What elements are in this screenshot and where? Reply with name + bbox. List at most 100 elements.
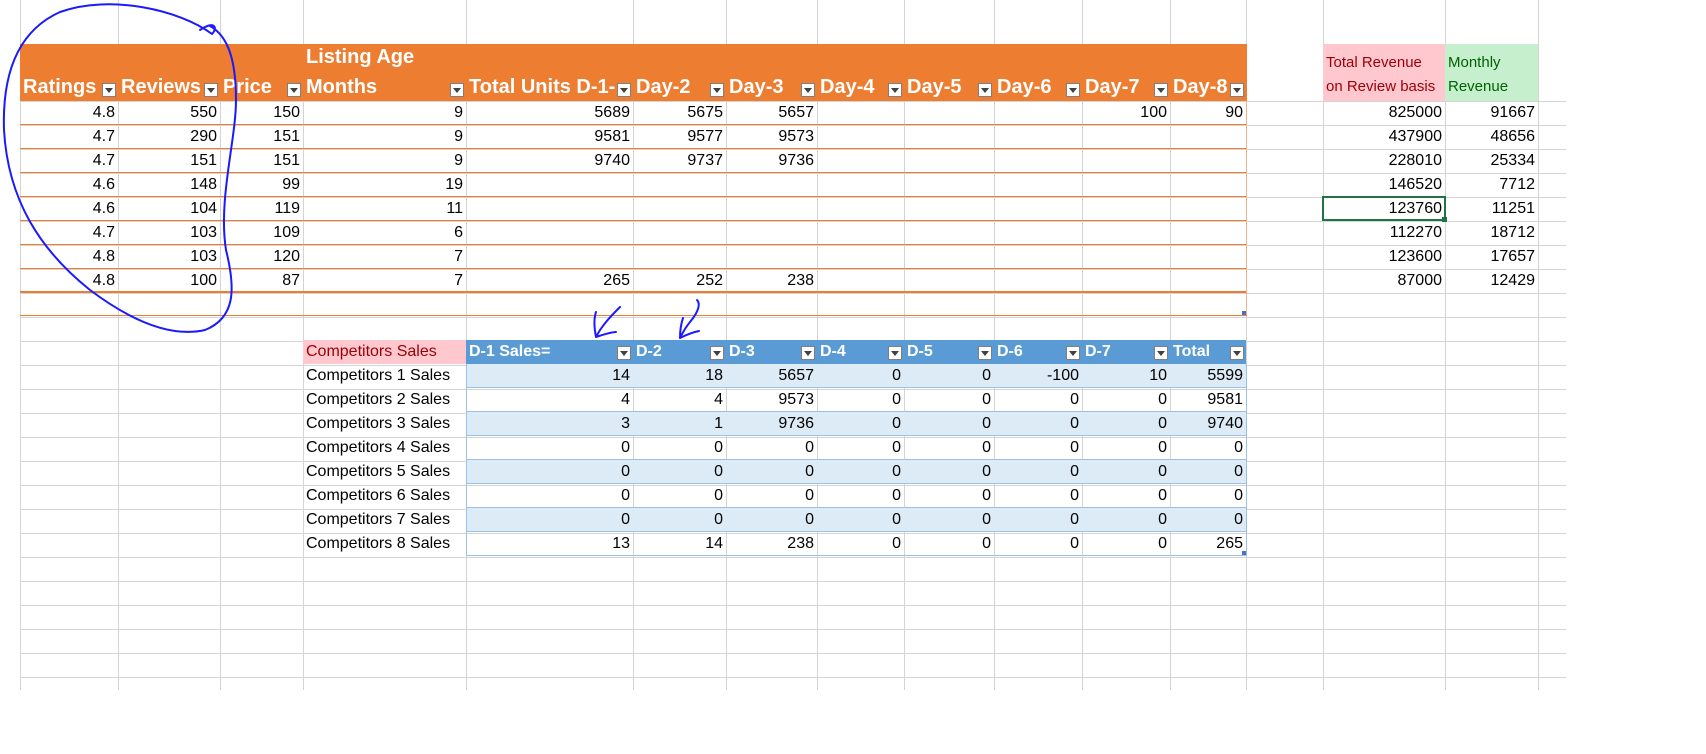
total-revenue-cell[interactable]: 437900: [1323, 125, 1445, 149]
listing-cell[interactable]: 100: [1082, 101, 1170, 125]
filter-dropdown-icon[interactable]: [888, 346, 902, 360]
competitor-value-cell[interactable]: 4: [633, 388, 726, 412]
listing-cell[interactable]: [904, 125, 994, 149]
filter-dropdown-icon[interactable]: [801, 346, 815, 360]
competitor-value-cell[interactable]: 0: [817, 436, 904, 460]
total-revenue-cell[interactable]: 825000: [1323, 101, 1445, 125]
listing-cell[interactable]: 19: [303, 173, 466, 197]
listing-cell[interactable]: 9740: [466, 149, 633, 173]
competitor-value-cell[interactable]: 0: [994, 484, 1082, 508]
competitors-sales-label[interactable]: Competitors Sales: [303, 340, 466, 364]
competitor-name-cell[interactable]: Competitors 5 Sales: [303, 460, 466, 484]
filter-dropdown-icon[interactable]: [978, 346, 992, 360]
listing-cell[interactable]: [904, 101, 994, 125]
filter-dropdown-icon[interactable]: [1066, 346, 1080, 360]
competitor-value-cell[interactable]: 0: [904, 508, 994, 532]
listing-cell[interactable]: [633, 173, 726, 197]
competitor-value-cell[interactable]: 0: [994, 508, 1082, 532]
monthly-revenue-cell[interactable]: 17657: [1445, 245, 1538, 269]
listing-cell[interactable]: [904, 221, 994, 245]
total-revenue-cell[interactable]: 146520: [1323, 173, 1445, 197]
monthly-revenue-cell[interactable]: 7712: [1445, 173, 1538, 197]
listing-cell[interactable]: [1082, 173, 1170, 197]
competitor-value-cell[interactable]: 0: [817, 484, 904, 508]
listing-cell[interactable]: 100: [118, 269, 220, 293]
listing-cell[interactable]: 4.8: [20, 269, 118, 293]
listing-cell[interactable]: 238: [726, 269, 817, 293]
listing-cell[interactable]: [1170, 125, 1246, 149]
competitor-value-cell[interactable]: 0: [633, 460, 726, 484]
listing-cell[interactable]: [1082, 149, 1170, 173]
fill-handle[interactable]: [1442, 217, 1447, 222]
total-revenue-cell[interactable]: 112270: [1323, 221, 1445, 245]
listing-cell[interactable]: 550: [118, 101, 220, 125]
listing-cell[interactable]: 5657: [726, 101, 817, 125]
total-revenue-cell[interactable]: 87000: [1323, 269, 1445, 293]
monthly-revenue-cell[interactable]: 91667: [1445, 101, 1538, 125]
listing-cell[interactable]: [466, 173, 633, 197]
listing-cell[interactable]: [994, 197, 1082, 221]
listing-cell[interactable]: 11: [303, 197, 466, 221]
competitor-value-cell[interactable]: 0: [1170, 460, 1246, 484]
listing-cell[interactable]: 9: [303, 125, 466, 149]
competitor-value-cell[interactable]: 1: [633, 412, 726, 436]
listing-cell[interactable]: 151: [220, 125, 303, 149]
competitor-value-cell[interactable]: 0: [633, 436, 726, 460]
competitor-value-cell[interactable]: 0: [817, 532, 904, 556]
competitor-value-cell[interactable]: 0: [904, 484, 994, 508]
listing-cell[interactable]: [1170, 269, 1246, 293]
listing-cell[interactable]: 7: [303, 245, 466, 269]
listing-cell[interactable]: 9736: [726, 149, 817, 173]
monthly-revenue-cell[interactable]: 12429: [1445, 269, 1538, 293]
listing-cell[interactable]: 4.8: [20, 101, 118, 125]
listing-cell[interactable]: [994, 149, 1082, 173]
table-resize-handle[interactable]: [1242, 311, 1246, 315]
competitor-value-cell[interactable]: 0: [1170, 508, 1246, 532]
listing-cell[interactable]: [1082, 197, 1170, 221]
listing-cell[interactable]: [817, 125, 904, 149]
listing-cell[interactable]: 4.8: [20, 245, 118, 269]
listing-cell[interactable]: 5675: [633, 101, 726, 125]
competitor-name-cell[interactable]: Competitors 7 Sales: [303, 508, 466, 532]
competitor-value-cell[interactable]: 0: [994, 388, 1082, 412]
competitor-value-cell[interactable]: 0: [904, 364, 994, 388]
listing-cell[interactable]: 119: [220, 197, 303, 221]
competitor-value-cell[interactable]: 0: [466, 508, 633, 532]
competitor-value-cell[interactable]: 0: [904, 532, 994, 556]
competitor-value-cell[interactable]: 0: [726, 484, 817, 508]
listing-cell[interactable]: [1170, 173, 1246, 197]
competitor-value-cell[interactable]: 0: [726, 460, 817, 484]
listing-cell[interactable]: [466, 197, 633, 221]
competitor-value-cell[interactable]: 0: [466, 460, 633, 484]
filter-dropdown-icon[interactable]: [450, 83, 464, 97]
listing-cell[interactable]: 265: [466, 269, 633, 293]
listing-cell[interactable]: [994, 173, 1082, 197]
listing-cell[interactable]: [726, 173, 817, 197]
monthly-revenue-cell[interactable]: 25334: [1445, 149, 1538, 173]
listing-cell[interactable]: [726, 221, 817, 245]
listing-cell[interactable]: 150: [220, 101, 303, 125]
listing-cell[interactable]: [1170, 149, 1246, 173]
filter-dropdown-icon[interactable]: [617, 83, 631, 97]
listing-cell[interactable]: [726, 197, 817, 221]
competitor-value-cell[interactable]: 9736: [726, 412, 817, 436]
competitor-value-cell[interactable]: 10: [1082, 364, 1170, 388]
competitor-name-cell[interactable]: Competitors 1 Sales: [303, 364, 466, 388]
listing-cell[interactable]: 252: [633, 269, 726, 293]
monthly-revenue-cell[interactable]: 11251: [1445, 197, 1538, 221]
competitor-value-cell[interactable]: 5599: [1170, 364, 1246, 388]
competitor-value-cell[interactable]: 0: [817, 364, 904, 388]
listing-cell[interactable]: 148: [118, 173, 220, 197]
listing-cell[interactable]: [726, 245, 817, 269]
listing-cell[interactable]: [633, 245, 726, 269]
listing-cell[interactable]: 4.7: [20, 149, 118, 173]
competitor-value-cell[interactable]: 14: [466, 364, 633, 388]
competitor-value-cell[interactable]: 0: [726, 508, 817, 532]
listing-cell[interactable]: [1082, 125, 1170, 149]
competitor-value-cell[interactable]: 0: [817, 412, 904, 436]
listing-cell[interactable]: [817, 101, 904, 125]
listing-cell[interactable]: [904, 173, 994, 197]
listing-cell[interactable]: [1170, 245, 1246, 269]
competitor-value-cell[interactable]: 5657: [726, 364, 817, 388]
listing-cell[interactable]: 6: [303, 221, 466, 245]
